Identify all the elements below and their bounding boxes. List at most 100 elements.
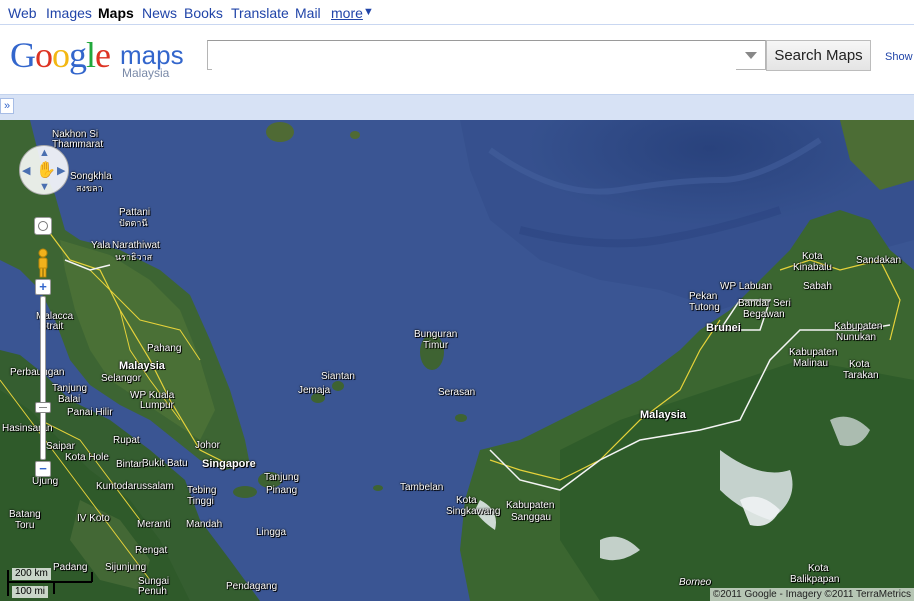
nav-link-maps[interactable]: Maps xyxy=(98,5,134,21)
reset-view-button[interactable] xyxy=(34,217,52,235)
map-label: Rengat xyxy=(135,545,168,556)
map-label: Pahang xyxy=(147,343,182,354)
map-label: Singkawang xyxy=(446,506,501,517)
pan-down-icon[interactable]: ▼ xyxy=(39,181,50,193)
search-dropdown-icon[interactable] xyxy=(745,52,757,59)
map-label: Toru xyxy=(15,520,35,531)
map-label: Malinau xyxy=(793,358,829,369)
map-canvas[interactable]: Nakhon Si Thammarat Songkhla สงขลา Patta… xyxy=(0,120,914,601)
map-label: Kabupaten xyxy=(789,347,838,358)
panel-bar: » xyxy=(0,94,914,121)
map-label: Tanjung xyxy=(264,472,300,483)
map-label: Tarakan xyxy=(843,370,879,381)
divider xyxy=(0,24,914,25)
map-label: Kabupaten xyxy=(506,500,555,511)
map-label: IV Koto xyxy=(77,513,110,524)
search-maps-button[interactable]: Search Maps xyxy=(766,40,871,71)
map-label: Begawan xyxy=(743,309,785,320)
map-label: Bintan xyxy=(116,459,145,470)
map-label: Ujung xyxy=(32,476,59,487)
search-input[interactable] xyxy=(212,42,736,70)
map-label: Jemaja xyxy=(298,385,331,396)
more-label: more xyxy=(331,5,363,21)
map-label: Bukit Batu xyxy=(142,458,188,469)
map-label: Kota xyxy=(849,359,870,370)
map-label: Perbaungan xyxy=(10,367,65,378)
nav-link-more[interactable]: more xyxy=(331,5,363,21)
map-label: Bandar Seri xyxy=(738,298,791,309)
map-label: Borneo xyxy=(679,577,712,588)
show-link[interactable]: Show xyxy=(885,51,913,63)
map-label: Timur xyxy=(423,340,449,351)
circle-icon xyxy=(38,221,48,231)
nav-link-news[interactable]: News xyxy=(142,5,177,21)
map-label: Kinabalu xyxy=(793,262,832,273)
pan-left-icon[interactable]: ◀ xyxy=(22,164,30,177)
map-label: Songkhla xyxy=(70,171,112,182)
map-label: Penuh xyxy=(138,586,167,597)
nav-link-books[interactable]: Books xyxy=(184,5,223,21)
google-maps-logo[interactable]: Google maps Malaysia xyxy=(10,35,190,82)
nav-link-images[interactable]: Images xyxy=(46,5,92,21)
map-label: Selangor xyxy=(101,373,142,384)
top-navigation: Web Images Maps News Books Translate Mai… xyxy=(0,0,914,24)
nav-link-mail[interactable]: Mail xyxy=(295,5,321,21)
map-label: Sijunjung xyxy=(105,562,147,573)
map-label: Saipar xyxy=(46,441,75,452)
map-label: Singapore xyxy=(202,458,256,470)
zoom-in-button[interactable]: + xyxy=(35,279,51,295)
map-label: Bunguran xyxy=(414,329,458,340)
zoom-out-button[interactable]: − xyxy=(35,461,51,477)
map-label: Tanjung xyxy=(52,383,88,394)
map-label: Malaysia xyxy=(119,360,165,372)
map-label: Narathiwat xyxy=(112,240,160,251)
map-label: Kota xyxy=(808,563,829,574)
map-label: Kabupaten xyxy=(834,321,883,332)
logo-wordmark: Google xyxy=(10,35,111,75)
map-label: Sandakan xyxy=(856,255,902,266)
zoom-slider-handle[interactable] xyxy=(35,402,51,413)
pan-right-icon[interactable]: ▶ xyxy=(57,164,65,177)
map-label: Tinggi xyxy=(187,496,214,507)
map-label: ปัตตานี xyxy=(119,218,148,228)
nav-link-translate[interactable]: Translate xyxy=(231,5,289,21)
map-label: Brunei xyxy=(706,322,741,334)
chevron-down-icon[interactable]: ▼ xyxy=(363,6,374,18)
map-label: Balai xyxy=(58,394,81,405)
search-box xyxy=(207,40,766,70)
map-label: Kota xyxy=(456,495,477,506)
map-label: Kota xyxy=(802,251,823,262)
map-label: Tebing xyxy=(187,485,217,496)
pan-control[interactable]: ▲ ◀ ▶ ▼ ✋ xyxy=(19,145,69,195)
hand-icon: ✋ xyxy=(36,162,56,179)
map-label: Sabah xyxy=(803,281,832,292)
logo-region-text: Malaysia xyxy=(122,66,170,80)
map-label: สงขลา xyxy=(76,183,103,193)
map-label: WP Labuan xyxy=(720,281,773,292)
map-label: Yala xyxy=(91,240,111,251)
map-label: Lingga xyxy=(256,527,287,538)
map-label: Panai Hilir xyxy=(67,407,113,418)
map-label: Pekan xyxy=(689,291,718,302)
map-label: Kota Hole xyxy=(65,452,109,463)
map-label: Rupat xyxy=(113,435,140,446)
map-label: Sanggau xyxy=(511,512,552,523)
map-label: Johor xyxy=(195,440,221,451)
nav-link-web[interactable]: Web xyxy=(8,5,37,21)
map-label: Malaysia xyxy=(640,409,686,421)
map-label: Mandah xyxy=(186,519,223,530)
map-label: Pattani xyxy=(119,207,151,218)
map-label: Siantan xyxy=(321,371,355,382)
map-label: Pendagang xyxy=(226,581,278,592)
map-label: Batang xyxy=(9,509,41,520)
map-label: Lumpur xyxy=(140,400,174,411)
map-label: Tutong xyxy=(689,302,720,313)
pegman-icon[interactable] xyxy=(34,248,52,278)
pan-up-icon[interactable]: ▲ xyxy=(39,147,50,159)
zoom-slider-track[interactable] xyxy=(40,296,46,460)
map-label: Kuntodarussalam xyxy=(96,481,174,492)
map-label: Meranti xyxy=(137,519,171,530)
expand-panel-button[interactable]: » xyxy=(0,98,14,114)
map-label: Thammarat xyxy=(52,139,104,150)
map-label: Pinang xyxy=(266,485,298,496)
